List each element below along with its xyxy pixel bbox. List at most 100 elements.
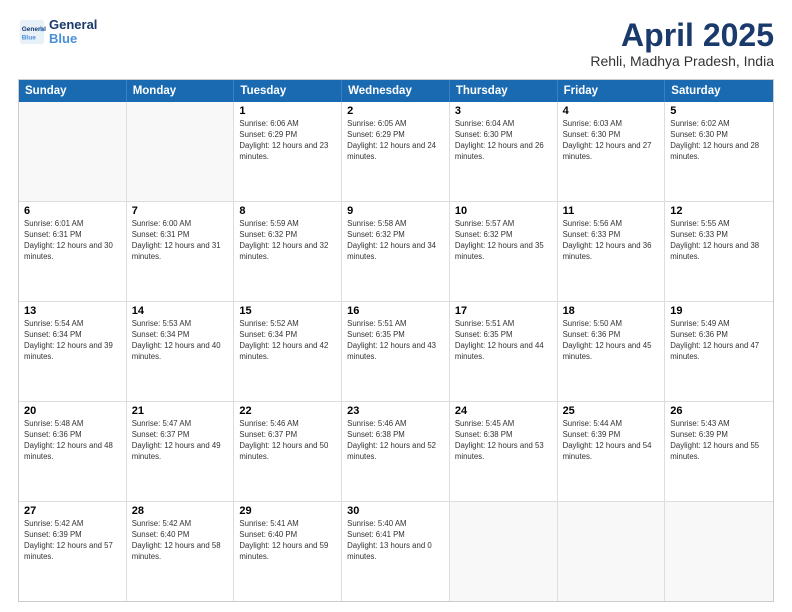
- calendar-cell-empty: [665, 502, 773, 601]
- cell-info: Sunrise: 5:44 AMSunset: 6:39 PMDaylight:…: [563, 419, 660, 463]
- month-title: April 2025: [590, 18, 774, 53]
- day-number: 22: [239, 405, 336, 417]
- calendar-row-1: 6 Sunrise: 6:01 AMSunset: 6:31 PMDaylight…: [19, 201, 773, 301]
- cell-info: Sunrise: 6:02 AMSunset: 6:30 PMDaylight:…: [670, 119, 768, 163]
- calendar-cell-11: 11 Sunrise: 5:56 AMSunset: 6:33 PMDayligh…: [558, 202, 666, 301]
- day-number: 30: [347, 505, 444, 517]
- header-day-thursday: Thursday: [450, 80, 558, 102]
- day-number: 2: [347, 105, 444, 117]
- cell-info: Sunrise: 5:54 AMSunset: 6:34 PMDaylight:…: [24, 319, 121, 363]
- cell-info: Sunrise: 5:46 AMSunset: 6:38 PMDaylight:…: [347, 419, 444, 463]
- cell-info: Sunrise: 6:03 AMSunset: 6:30 PMDaylight:…: [563, 119, 660, 163]
- page: General Blue General Blue April 2025 Reh…: [0, 0, 792, 612]
- cell-info: Sunrise: 5:58 AMSunset: 6:32 PMDaylight:…: [347, 219, 444, 263]
- cell-info: Sunrise: 5:49 AMSunset: 6:36 PMDaylight:…: [670, 319, 768, 363]
- header-day-friday: Friday: [558, 80, 666, 102]
- calendar-cell-28: 28Sunrise: 5:42 AMSunset: 6:40 PMDayligh…: [127, 502, 235, 601]
- cell-info: Sunrise: 6:01 AMSunset: 6:31 PMDaylight:…: [24, 219, 121, 263]
- logo-icon: General Blue: [18, 18, 46, 46]
- cell-info: Sunrise: 6:06 AMSunset: 6:29 PMDaylight:…: [239, 119, 336, 163]
- calendar-row-3: 20 Sunrise: 5:48 AMSunset: 6:36 PMDayligh…: [19, 401, 773, 501]
- calendar-cell-13: 13 Sunrise: 5:54 AMSunset: 6:34 PMDayligh…: [19, 302, 127, 401]
- cell-info: Sunrise: 5:45 AMSunset: 6:38 PMDaylight:…: [455, 419, 552, 463]
- day-number: 10: [455, 205, 552, 217]
- day-number: 19: [670, 305, 768, 317]
- calendar-cell-12: 12 Sunrise: 5:55 AMSunset: 6:33 PMDayligh…: [665, 202, 773, 301]
- calendar-cell-18: 18 Sunrise: 5:50 AMSunset: 6:36 PMDayligh…: [558, 302, 666, 401]
- calendar-cell-7: 7 Sunrise: 6:00 AMSunset: 6:31 PMDaylight…: [127, 202, 235, 301]
- cell-info: Sunrise: 5:42 AMSunset: 6:39 PMDaylight:…: [24, 519, 121, 563]
- calendar-cell-8: 8 Sunrise: 5:59 AMSunset: 6:32 PMDaylight…: [234, 202, 342, 301]
- calendar-row-0: 1Sunrise: 6:06 AMSunset: 6:29 PMDaylight…: [19, 102, 773, 201]
- calendar-cell-22: 22Sunrise: 5:46 AMSunset: 6:37 PMDayligh…: [234, 402, 342, 501]
- day-number: 29: [239, 505, 336, 517]
- cell-info: Sunrise: 5:43 AMSunset: 6:39 PMDaylight:…: [670, 419, 768, 463]
- logo-text-line1: General: [49, 18, 97, 32]
- header-day-monday: Monday: [127, 80, 235, 102]
- calendar-row-4: 27 Sunrise: 5:42 AMSunset: 6:39 PMDayligh…: [19, 501, 773, 601]
- cell-info: Sunrise: 6:00 AMSunset: 6:31 PMDaylight:…: [132, 219, 229, 263]
- cell-info: Sunrise: 5:53 AMSunset: 6:34 PMDaylight:…: [132, 319, 229, 363]
- day-number: 18: [563, 305, 660, 317]
- calendar-cell-9: 9Sunrise: 5:58 AMSunset: 6:32 PMDaylight…: [342, 202, 450, 301]
- day-number: 5: [670, 105, 768, 117]
- calendar-cell-empty: [450, 502, 558, 601]
- calendar-cell-21: 21 Sunrise: 5:47 AMSunset: 6:37 PMDayligh…: [127, 402, 235, 501]
- day-number: 12: [670, 205, 768, 217]
- cell-info: Sunrise: 5:52 AMSunset: 6:34 PMDaylight:…: [239, 319, 336, 363]
- day-number: 27: [24, 505, 121, 517]
- day-number: 4: [563, 105, 660, 117]
- location-title: Rehli, Madhya Pradesh, India: [590, 53, 774, 69]
- header: General Blue General Blue April 2025 Reh…: [18, 18, 774, 69]
- day-number: 17: [455, 305, 552, 317]
- cell-info: Sunrise: 5:50 AMSunset: 6:36 PMDaylight:…: [563, 319, 660, 363]
- title-block: April 2025 Rehli, Madhya Pradesh, India: [590, 18, 774, 69]
- cell-info: Sunrise: 5:41 AMSunset: 6:40 PMDaylight:…: [239, 519, 336, 563]
- calendar-cell-empty: [558, 502, 666, 601]
- calendar-cell-10: 10Sunrise: 5:57 AMSunset: 6:32 PMDayligh…: [450, 202, 558, 301]
- day-number: 25: [563, 405, 660, 417]
- calendar-cell-3: 3 Sunrise: 6:04 AMSunset: 6:30 PMDaylight…: [450, 102, 558, 201]
- calendar-cell-empty: [127, 102, 235, 201]
- calendar-row-2: 13 Sunrise: 5:54 AMSunset: 6:34 PMDayligh…: [19, 301, 773, 401]
- calendar-cell-30: 30Sunrise: 5:40 AMSunset: 6:41 PMDayligh…: [342, 502, 450, 601]
- logo-text-line2: Blue: [49, 32, 97, 46]
- calendar-cell-25: 25 Sunrise: 5:44 AMSunset: 6:39 PMDayligh…: [558, 402, 666, 501]
- day-number: 6: [24, 205, 121, 217]
- day-number: 26: [670, 405, 768, 417]
- day-number: 16: [347, 305, 444, 317]
- calendar-cell-empty: [19, 102, 127, 201]
- day-number: 3: [455, 105, 552, 117]
- cell-info: Sunrise: 6:04 AMSunset: 6:30 PMDaylight:…: [455, 119, 552, 163]
- calendar: SundayMondayTuesdayWednesdayThursdayFrid…: [18, 79, 774, 602]
- cell-info: Sunrise: 5:51 AMSunset: 6:35 PMDaylight:…: [455, 319, 552, 363]
- calendar-cell-1: 1Sunrise: 6:06 AMSunset: 6:29 PMDaylight…: [234, 102, 342, 201]
- calendar-cell-15: 15 Sunrise: 5:52 AMSunset: 6:34 PMDayligh…: [234, 302, 342, 401]
- day-number: 20: [24, 405, 121, 417]
- day-number: 8: [239, 205, 336, 217]
- cell-info: Sunrise: 5:55 AMSunset: 6:33 PMDaylight:…: [670, 219, 768, 263]
- cell-info: Sunrise: 5:48 AMSunset: 6:36 PMDaylight:…: [24, 419, 121, 463]
- day-number: 13: [24, 305, 121, 317]
- day-number: 11: [563, 205, 660, 217]
- day-number: 21: [132, 405, 229, 417]
- day-number: 28: [132, 505, 229, 517]
- header-day-wednesday: Wednesday: [342, 80, 450, 102]
- day-number: 15: [239, 305, 336, 317]
- calendar-header: SundayMondayTuesdayWednesdayThursdayFrid…: [19, 80, 773, 102]
- logo: General Blue General Blue: [18, 18, 97, 47]
- cell-info: Sunrise: 5:56 AMSunset: 6:33 PMDaylight:…: [563, 219, 660, 263]
- calendar-cell-24: 24Sunrise: 5:45 AMSunset: 6:38 PMDayligh…: [450, 402, 558, 501]
- header-day-sunday: Sunday: [19, 80, 127, 102]
- calendar-cell-2: 2Sunrise: 6:05 AMSunset: 6:29 PMDaylight…: [342, 102, 450, 201]
- calendar-cell-29: 29 Sunrise: 5:41 AMSunset: 6:40 PMDayligh…: [234, 502, 342, 601]
- cell-info: Sunrise: 5:47 AMSunset: 6:37 PMDaylight:…: [132, 419, 229, 463]
- calendar-cell-17: 17 Sunrise: 5:51 AMSunset: 6:35 PMDayligh…: [450, 302, 558, 401]
- calendar-cell-16: 16Sunrise: 5:51 AMSunset: 6:35 PMDayligh…: [342, 302, 450, 401]
- calendar-cell-5: 5 Sunrise: 6:02 AMSunset: 6:30 PMDaylight…: [665, 102, 773, 201]
- calendar-cell-26: 26 Sunrise: 5:43 AMSunset: 6:39 PMDayligh…: [665, 402, 773, 501]
- cell-info: Sunrise: 5:59 AMSunset: 6:32 PMDaylight:…: [239, 219, 336, 263]
- day-number: 7: [132, 205, 229, 217]
- calendar-cell-6: 6 Sunrise: 6:01 AMSunset: 6:31 PMDaylight…: [19, 202, 127, 301]
- calendar-cell-14: 14Sunrise: 5:53 AMSunset: 6:34 PMDayligh…: [127, 302, 235, 401]
